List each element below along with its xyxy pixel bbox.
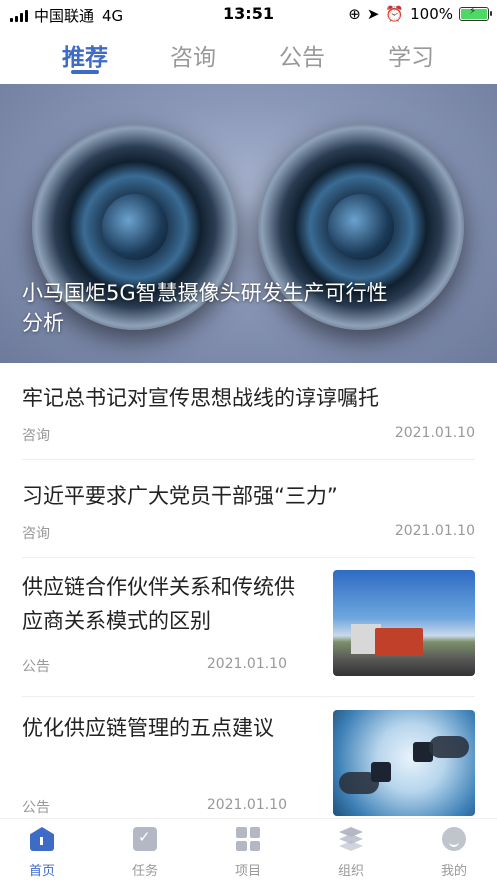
task-icon [133, 827, 157, 851]
news-meta: 公告 2021.01.10 [22, 656, 287, 676]
news-category: 公告 [22, 800, 50, 816]
hero-banner[interactable]: 小马国炬5G智慧摄像头研发生产可行性分析 [0, 84, 497, 363]
news-title: 优化供应链管理的五点建议 [22, 716, 274, 740]
home-icon [30, 827, 54, 851]
news-meta: 咨询 2021.01.10 [22, 425, 475, 445]
news-category: 咨询 [22, 428, 50, 444]
bottom-nav: 首页 任务 项目 组织 我的 [0, 818, 497, 883]
news-date: 2021.01.10 [206, 797, 287, 813]
profile-icon [442, 827, 466, 851]
news-item[interactable]: 习近平要求广大党员干部强“三力” 咨询 2021.01.10 [22, 460, 475, 558]
truck-shape [375, 628, 423, 656]
tab-recommend[interactable]: 推荐 [35, 38, 135, 72]
location-icon: ➤ [366, 5, 380, 23]
nav-label: 我的 [440, 864, 467, 879]
puzzle-piece [371, 762, 391, 782]
news-category: 咨询 [22, 526, 50, 542]
battery-icon [459, 6, 492, 21]
news-thumbnail [333, 570, 475, 676]
nav-profile[interactable]: 我的 [414, 827, 494, 879]
alarm-icon: ⏰ [385, 5, 405, 23]
hand-shape [429, 736, 469, 758]
news-title: 供应链合作伙伴关系和传统供应商关系模式的区别 [22, 575, 295, 633]
news-meta: 公告 2021.01.10 [22, 797, 287, 817]
nav-organization[interactable]: 组织 [311, 827, 391, 879]
nav-home[interactable]: 首页 [2, 827, 82, 879]
news-title: 牢记总书记对宣传思想战线的谆谆嘱托 [22, 386, 379, 410]
active-tab-indicator [71, 70, 99, 74]
news-date: 2021.01.10 [394, 425, 475, 441]
news-item[interactable]: 优化供应链管理的五点建议 公告 2021.01.10 [22, 697, 475, 837]
tab-study[interactable]: 学习 [361, 38, 461, 72]
status-bar: 中国联通 4G 13:51 ⊕ ➤ ⏰ 100% [0, 0, 497, 28]
news-meta: 咨询 2021.01.10 [22, 523, 475, 543]
news-date: 2021.01.10 [206, 656, 287, 672]
tab-consult[interactable]: 咨询 [143, 38, 243, 72]
battery-percent: 100% [410, 5, 453, 23]
news-title: 习近平要求广大党员干部强“三力” [22, 484, 338, 508]
news-date: 2021.01.10 [394, 523, 475, 539]
news-item[interactable]: 牢记总书记对宣传思想战线的谆谆嘱托 咨询 2021.01.10 [22, 363, 475, 460]
hero-title: 小马国炬5G智慧摄像头研发生产可行性分析 [22, 281, 388, 335]
layers-icon [338, 827, 364, 851]
status-right: ⊕ ➤ ⏰ 100% [348, 5, 492, 23]
grid-icon [236, 827, 260, 851]
nav-label: 任务 [131, 864, 158, 879]
news-list: 牢记总书记对宣传思想战线的谆谆嘱托 咨询 2021.01.10 习近平要求广大党… [0, 363, 497, 837]
nav-tasks[interactable]: 任务 [105, 827, 185, 879]
tab-announcement[interactable]: 公告 [252, 38, 352, 72]
news-item[interactable]: 供应链合作伙伴关系和传统供应商关系模式的区别 公告 2021.01.10 [22, 558, 475, 697]
nav-label: 首页 [28, 864, 55, 879]
nav-label: 项目 [234, 864, 261, 879]
nav-projects[interactable]: 项目 [208, 827, 288, 879]
nav-label: 组织 [337, 864, 364, 879]
category-tabs: 推荐 咨询 公告 学习 [0, 30, 497, 82]
news-thumbnail [333, 710, 475, 816]
news-category: 公告 [22, 659, 50, 675]
rotation-lock-icon: ⊕ [348, 5, 361, 23]
